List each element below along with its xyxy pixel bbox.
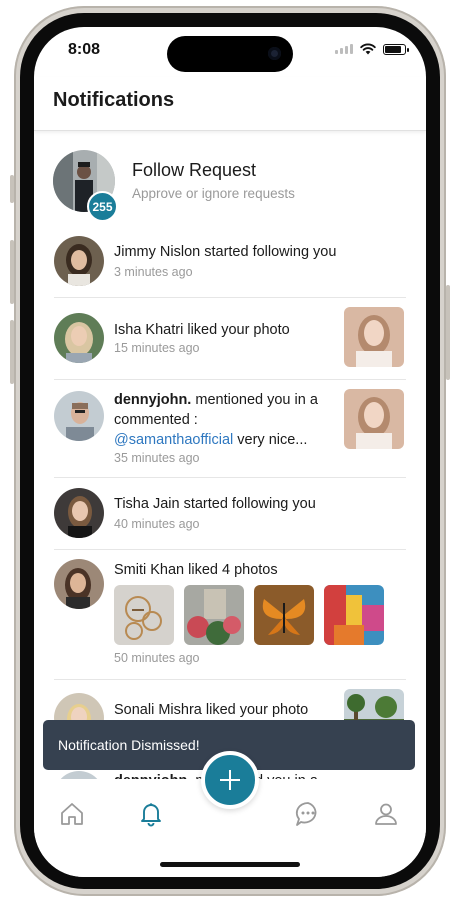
photo-thumbnail[interactable] <box>324 585 384 645</box>
bell-icon <box>141 803 161 827</box>
notification-item[interactable]: Tisha Jain started following you 40 minu… <box>34 487 426 547</box>
avatar[interactable] <box>54 313 104 363</box>
wifi-icon <box>360 43 376 55</box>
notification-text: dennyjohn. mentioned you in a commented … <box>114 390 334 450</box>
status-icons <box>335 43 409 55</box>
home-indicator[interactable] <box>160 862 300 867</box>
power-button <box>446 285 450 380</box>
avatar[interactable] <box>54 236 104 286</box>
status-time: 8:08 <box>68 41 101 58</box>
photo-thumbnail[interactable] <box>344 307 404 367</box>
notification-text: Smiti Khan liked 4 photos <box>114 562 278 578</box>
dynamic-island <box>167 36 293 72</box>
tab-home[interactable] <box>55 797 89 831</box>
mute-switch <box>10 175 14 203</box>
screen: 8:08 Notifications 255 Follow Request Ap… <box>34 27 426 877</box>
volume-down-button <box>10 320 14 384</box>
toast-message: Notification Dismissed! <box>58 737 200 753</box>
tab-profile[interactable] <box>369 797 403 831</box>
notification-text: Isha Khatri liked your photo <box>114 322 290 338</box>
avatar[interactable] <box>54 559 104 609</box>
notification-text-part: very nice... <box>233 432 308 448</box>
signal-icon <box>335 44 353 54</box>
notification-text: Tisha Jain started following you <box>114 496 316 512</box>
chat-icon <box>295 802 317 826</box>
notification-username[interactable]: dennyjohn. <box>114 392 191 408</box>
plus-icon <box>220 770 240 790</box>
follow-request-subtitle: Approve or ignore requests <box>132 186 295 201</box>
avatar[interactable] <box>54 488 104 538</box>
volume-up-button <box>10 240 14 304</box>
follow-request-count-badge: 255 <box>87 191 118 222</box>
avatar[interactable] <box>54 391 104 441</box>
divider <box>54 477 406 478</box>
notification-time: 40 minutes ago <box>114 517 200 531</box>
divider <box>54 549 406 550</box>
photo-thumbnail[interactable] <box>254 585 314 645</box>
add-button[interactable] <box>201 751 259 809</box>
photo-thumbnail[interactable] <box>184 585 244 645</box>
photo-thumbnail[interactable] <box>114 585 174 645</box>
divider <box>54 679 406 680</box>
notification-item[interactable]: Smiti Khan liked 4 photos 50 minutes ago <box>34 557 426 677</box>
notification-time: 50 minutes ago <box>114 651 200 665</box>
notification-time: 35 minutes ago <box>114 451 200 465</box>
follow-request-avatar-wrap: 255 <box>53 150 118 222</box>
battery-icon <box>383 43 409 55</box>
tab-messages[interactable] <box>291 797 325 831</box>
follow-request-row[interactable]: 255 Follow Request Approve or ignore req… <box>34 147 426 223</box>
mention-link[interactable]: @samanthaofficial <box>114 432 233 448</box>
notification-time: 3 minutes ago <box>114 265 193 279</box>
notification-item[interactable]: dennyjohn. mentioned you in a commented … <box>34 387 426 475</box>
divider <box>54 297 406 298</box>
page-title: Notifications <box>53 89 175 111</box>
notification-text: Sonali Mishra liked your photo <box>114 702 309 718</box>
app-header: Notifications <box>34 77 426 131</box>
photo-thumbnail[interactable] <box>344 389 404 449</box>
follow-request-title: Follow Request <box>132 160 257 180</box>
notification-text: Jimmy Nislon started following you <box>114 244 337 260</box>
profile-icon <box>375 803 397 825</box>
camera-icon <box>268 47 281 60</box>
home-icon <box>61 803 83 825</box>
tab-notifications[interactable] <box>134 797 168 831</box>
notification-time: 15 minutes ago <box>114 341 200 355</box>
notification-item[interactable]: Jimmy Nislon started following you 3 min… <box>34 235 426 295</box>
notification-item[interactable]: Isha Khatri liked your photo 15 minutes … <box>34 307 426 377</box>
divider <box>54 379 406 380</box>
